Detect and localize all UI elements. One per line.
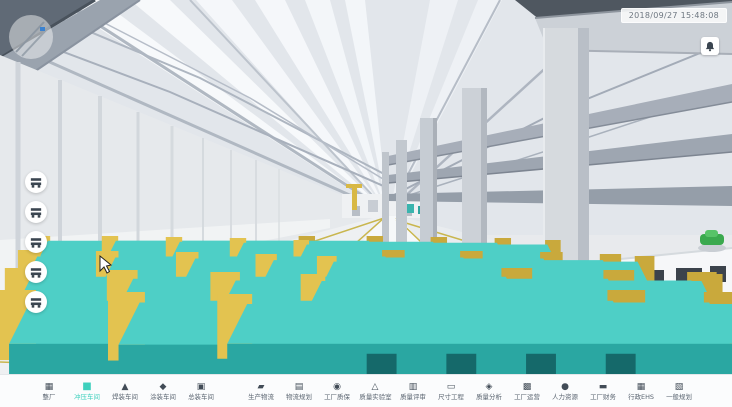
building-ehs-icon: ▦ — [637, 382, 646, 392]
machine-quick-buttons — [25, 171, 47, 313]
qa-watch-icon: ◉ — [333, 382, 341, 392]
toolbar-item-plant-finance[interactable]: ▬ 工厂财务 — [584, 382, 622, 401]
press-machine-icon — [30, 297, 42, 308]
operations-factory-icon: ▩ — [523, 382, 532, 392]
toolbar-item-painting-workshop[interactable]: ◆ 涂装车间 — [144, 382, 182, 401]
machine-quick-button-3[interactable] — [25, 231, 47, 253]
machine-quick-button-4[interactable] — [25, 261, 47, 283]
lab-flask-icon: △ — [372, 382, 379, 392]
press-machine-icon — [30, 207, 42, 218]
toolbar-item-plant-operations[interactable]: ▩ 工厂运营 — [508, 382, 546, 401]
toolbar-item-quality-analysis[interactable]: ◈ 质量分析 — [470, 382, 508, 401]
briefcase-icon: ▬ — [599, 382, 608, 392]
compass-gizmo[interactable] — [9, 15, 53, 59]
truck-icon: ▰ — [258, 382, 265, 392]
viewport — [0, 0, 732, 375]
press-machine-lines — [0, 236, 732, 375]
press-machine-icon — [30, 237, 42, 248]
person-icon: ● — [561, 382, 569, 392]
toolbar-item-dimensional-engineering[interactable]: ▭ 尺寸工程 — [432, 382, 470, 401]
notification-bell-button[interactable] — [701, 37, 719, 55]
machine-quick-button-2[interactable] — [25, 201, 47, 223]
bottom-toolbar: ▦ 整厂 ■ 冲压车间 ▲ 焊装车间 ◆ 涂装车间 ▣ 总装车间 ▰ — [0, 374, 732, 407]
painting-icon: ◆ — [160, 382, 167, 392]
timestamp: 2018/09/27 15:48:08 — [621, 8, 727, 23]
toolbar-item-human-resources[interactable]: ● 人力资源 — [546, 382, 584, 401]
assembly-icon: ▣ — [197, 382, 206, 392]
toolbar-item-logistics-planning[interactable]: ▤ 物流规划 — [280, 382, 318, 401]
press-machine[interactable] — [217, 294, 732, 375]
toolbar-item-whole-plant[interactable]: ▦ 整厂 — [30, 382, 68, 401]
press-machine-icon — [30, 177, 42, 188]
toolbar-item-plant-quality-assurance[interactable]: ◉ 工厂质保 — [318, 382, 356, 401]
workshop-tabs: ▦ 整厂 ■ 冲压车间 ▲ 焊装车间 ◆ 涂装车间 ▣ 总装车间 — [30, 382, 220, 401]
stamping-press-icon: ■ — [82, 382, 91, 392]
machine-quick-button-1[interactable] — [25, 171, 47, 193]
review-doc-icon: ▥ — [409, 382, 418, 392]
factory-layout-icon: ▦ — [45, 382, 54, 392]
toolbar-item-stamping-workshop[interactable]: ■ 冲压车间 — [68, 382, 106, 401]
toolbar-item-admin-ehs[interactable]: ▦ 行政EHS — [622, 382, 660, 401]
ruler-icon: ▭ — [447, 382, 456, 392]
toolbar-item-welding-workshop[interactable]: ▲ 焊装车间 — [106, 382, 144, 401]
toolbar-item-production-logistics[interactable]: ▰ 生产物流 — [242, 382, 280, 401]
module-tabs: ▰ 生产物流 ▤ 物流规划 ◉ 工厂质保 △ 质量实验室 ▥ 质量评审 ▭ 尺寸… — [242, 382, 698, 401]
press-machine-icon — [30, 267, 42, 278]
welding-icon: ▲ — [122, 382, 129, 392]
factory-3d-scene[interactable] — [0, 0, 732, 375]
app-window: 2018/09/27 15:48:08 ▦ 整厂 — [0, 0, 732, 407]
toolbar-item-final-assembly-workshop[interactable]: ▣ 总装车间 — [182, 382, 220, 401]
logistics-plan-icon: ▤ — [295, 382, 304, 392]
toolbar-item-quality-review[interactable]: ▥ 质量评审 — [394, 382, 432, 401]
planning-doc-icon: ▧ — [675, 382, 684, 392]
toolbar-item-quality-lab[interactable]: △ 质量实验室 — [356, 382, 394, 401]
bell-icon — [705, 41, 715, 52]
shield-analysis-icon: ◈ — [486, 382, 493, 392]
toolbar-item-general-planning[interactable]: ▧ 一般规划 — [660, 382, 698, 401]
machine-quick-button-5[interactable] — [25, 291, 47, 313]
